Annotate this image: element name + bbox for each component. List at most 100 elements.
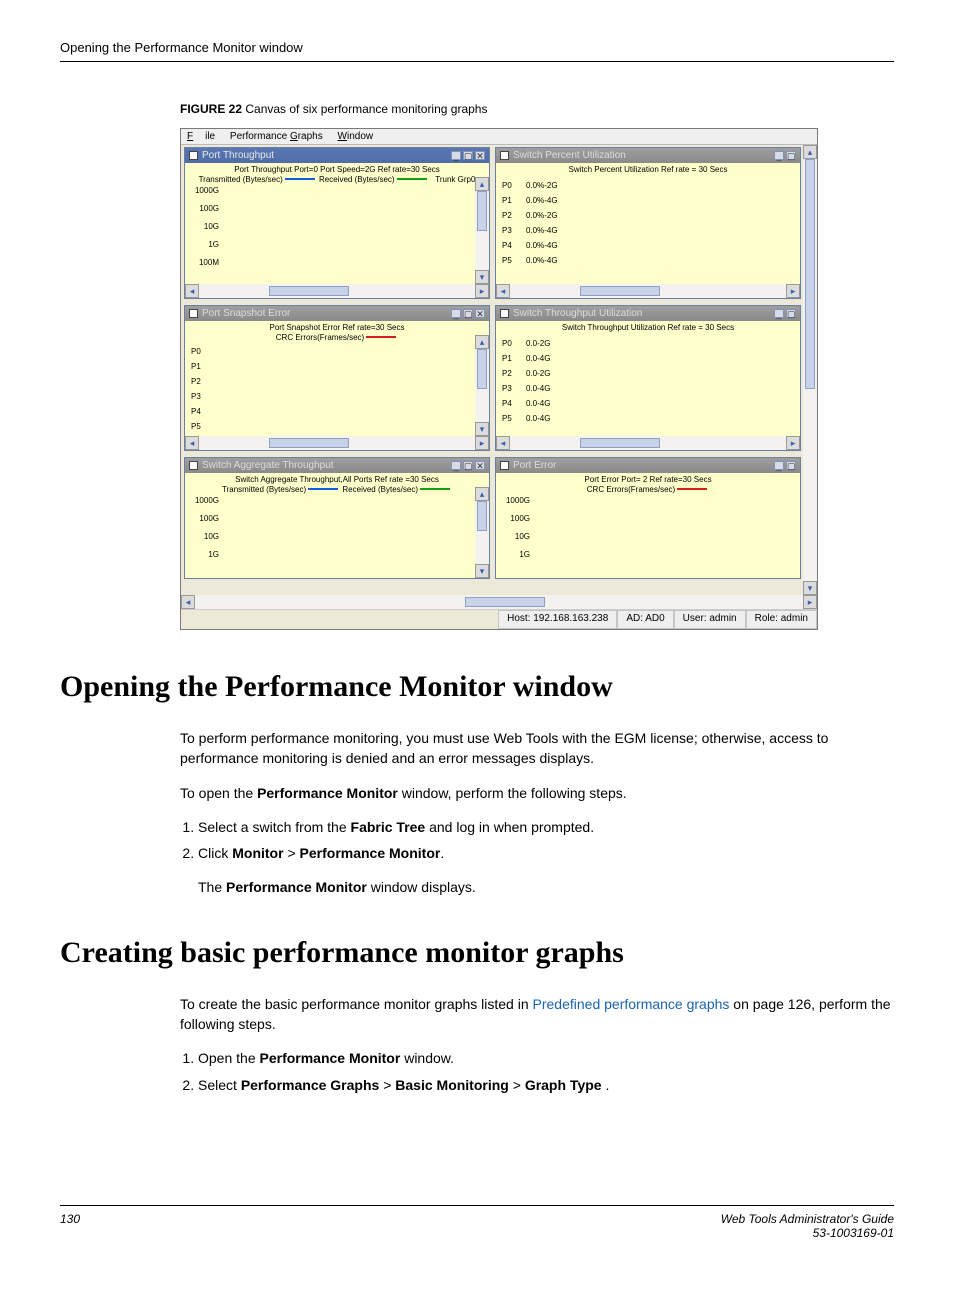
ytick: 10G <box>500 533 530 541</box>
scroll-right-icon[interactable]: ▸ <box>475 436 489 450</box>
list-item: P00.0%-2G <box>502 181 576 190</box>
panel-title: Port Error <box>513 460 556 471</box>
window-icon <box>500 461 509 470</box>
paragraph: The Performance Monitor window displays. <box>198 877 894 897</box>
panel-scrollbar-h[interactable]: ◂ ▸ <box>496 436 800 450</box>
panel-switch-aggregate-throughput: Switch Aggregate Throughput _ ▢ ✕ ▴ ▾ Sw… <box>184 457 490 579</box>
ytick: 1000G <box>500 497 530 505</box>
minimize-icon[interactable]: _ <box>774 309 784 318</box>
scroll-left-icon[interactable]: ◂ <box>496 284 510 298</box>
maximize-icon[interactable]: ▢ <box>463 151 473 160</box>
section-create-body: To create the basic performance monitor … <box>180 994 894 1095</box>
paragraph: To create the basic performance monitor … <box>180 994 894 1035</box>
panel-scrollbar-h[interactable]: ◂ ▸ <box>185 436 489 450</box>
scroll-left-icon[interactable]: ◂ <box>185 436 199 450</box>
paragraph: To perform performance monitoring, you m… <box>180 728 894 769</box>
ytick: 100M <box>189 259 219 267</box>
close-icon[interactable]: ✕ <box>475 461 485 470</box>
ytick: 100G <box>189 205 219 213</box>
panel-port-error: Port Error _ ▢ Port Error Port= 2 Ref ra… <box>495 457 801 579</box>
list-item: Click Monitor > Performance Monitor. <box>198 843 894 863</box>
minimize-icon[interactable]: _ <box>774 461 784 470</box>
maximize-icon[interactable]: ▢ <box>786 461 796 470</box>
panel-title-bar[interactable]: Port Error _ ▢ <box>496 458 800 473</box>
chart-body: Port Error Port= 2 Ref rate=30 Secs CRC … <box>496 473 800 578</box>
minimize-icon[interactable]: _ <box>451 151 461 160</box>
close-icon[interactable]: ✕ <box>475 309 485 318</box>
scroll-up-icon[interactable]: ▴ <box>803 145 817 159</box>
chart-legend: Port Error Port= 2 Ref rate=30 Secs CRC … <box>496 473 800 494</box>
panel-title-bar[interactable]: Switch Aggregate Throughput _ ▢ ✕ <box>185 458 489 473</box>
menu-file[interactable]: File <box>187 131 215 142</box>
scroll-left-icon[interactable]: ◂ <box>496 436 510 450</box>
scroll-left-icon[interactable]: ◂ <box>181 595 195 609</box>
panel-title: Switch Aggregate Throughput <box>202 460 334 471</box>
minimize-icon[interactable]: _ <box>451 461 461 470</box>
panel-title: Port Throughput <box>202 150 274 161</box>
figure-caption: FIGURE 22 Canvas of six performance moni… <box>180 102 894 116</box>
link-predefined-graphs[interactable]: Predefined performance graphs <box>533 996 730 1012</box>
panel-title-bar[interactable]: Switch Percent Utilization _ ▢ <box>496 148 800 163</box>
scroll-down-icon[interactable]: ▾ <box>475 422 489 436</box>
page-number: 130 <box>60 1212 80 1240</box>
panel-scrollbar-v[interactable]: ▴ ▾ <box>475 177 489 284</box>
list-item: P1 <box>191 362 215 371</box>
panel-title-bar[interactable]: Port Snapshot Error _ ▢ ✕ <box>185 306 489 321</box>
list-item: P10.0%-4G <box>502 196 576 205</box>
window-icon <box>500 151 509 160</box>
scroll-left-icon[interactable]: ◂ <box>185 284 199 298</box>
chart-body: ▴ ▾ Port Throughput Port=0 Port Speed=2G… <box>185 163 489 284</box>
menu-window[interactable]: Window <box>338 131 374 142</box>
maximize-icon[interactable]: ▢ <box>786 151 796 160</box>
panel-scrollbar-h[interactable]: ◂ ▸ <box>185 284 489 298</box>
ytick: 10G <box>189 533 219 541</box>
panel-title: Switch Throughput Utilization <box>513 308 642 319</box>
footer-rule <box>60 1205 894 1206</box>
list-item: P30.0-4G <box>502 384 576 393</box>
maximize-icon[interactable]: ▢ <box>463 461 473 470</box>
close-icon[interactable]: ✕ <box>475 151 485 160</box>
ytick: 1G <box>500 551 530 559</box>
chart-body: Switch Percent Utilization Ref rate = 30… <box>496 163 800 284</box>
ytick: 1000G <box>189 187 219 195</box>
chart-body: ▴ ▾ Switch Aggregate Throughput,All Port… <box>185 473 489 578</box>
window-icon <box>189 151 198 160</box>
chart-body: Switch Throughput Utilization Ref rate =… <box>496 321 800 436</box>
maximize-icon[interactable]: ▢ <box>786 309 796 318</box>
y-axis-labels: 1000G 100G 10G 1G 100M <box>189 187 219 277</box>
minimize-icon[interactable]: _ <box>451 309 461 318</box>
scroll-down-icon[interactable]: ▾ <box>803 581 817 595</box>
scroll-up-icon[interactable]: ▴ <box>475 177 489 191</box>
chart-legend: Port Snapshot Error Ref rate=30 Secs CRC… <box>185 321 489 342</box>
panel-title-bar[interactable]: Switch Throughput Utilization _ ▢ <box>496 306 800 321</box>
scroll-down-icon[interactable]: ▾ <box>475 564 489 578</box>
scroll-right-icon[interactable]: ▸ <box>803 595 817 609</box>
list-item: P4 <box>191 407 215 416</box>
canvas-scrollbar-h[interactable]: ◂ ▸ <box>181 595 817 609</box>
panel-switch-throughput-utilization: Switch Throughput Utilization _ ▢ Switch… <box>495 305 801 451</box>
status-bar: Host: 192.168.163.238 AD: AD0 User: admi… <box>181 609 817 629</box>
scroll-right-icon[interactable]: ▸ <box>786 284 800 298</box>
paragraph: To open the Performance Monitor window, … <box>180 783 894 803</box>
menu-performance-graphs[interactable]: Performance Graphs <box>230 131 323 142</box>
chart-legend-title: Port Throughput Port=0 Port Speed=2G Ref… <box>189 165 485 175</box>
panel-title: Port Snapshot Error <box>202 308 290 319</box>
list-item: Select Performance Graphs > Basic Monito… <box>198 1075 894 1095</box>
canvas-scrollbar-v[interactable]: ▴ ▾ <box>803 145 817 595</box>
scroll-down-icon[interactable]: ▾ <box>475 270 489 284</box>
scroll-right-icon[interactable]: ▸ <box>786 436 800 450</box>
maximize-icon[interactable]: ▢ <box>463 309 473 318</box>
panel-scrollbar-v[interactable]: ▴ ▾ <box>475 335 489 436</box>
scroll-up-icon[interactable]: ▴ <box>475 335 489 349</box>
panel-title-bar[interactable]: Port Throughput _ ▢ ✕ <box>185 148 489 163</box>
panel-title: Switch Percent Utilization <box>513 150 626 161</box>
legend-rx: Received (Bytes/sec) <box>342 485 418 494</box>
scroll-right-icon[interactable]: ▸ <box>475 284 489 298</box>
list-item: P50.0%-4G <box>502 256 576 265</box>
minimize-icon[interactable]: _ <box>774 151 784 160</box>
panel-scrollbar-v[interactable]: ▴ ▾ <box>475 487 489 578</box>
scroll-up-icon[interactable]: ▴ <box>475 487 489 501</box>
y-axis-labels: 1000G 100G 10G 1G <box>500 497 530 569</box>
panel-scrollbar-h[interactable]: ◂ ▸ <box>496 284 800 298</box>
chart-legend-title: Switch Aggregate Throughput,All Ports Re… <box>189 475 485 485</box>
